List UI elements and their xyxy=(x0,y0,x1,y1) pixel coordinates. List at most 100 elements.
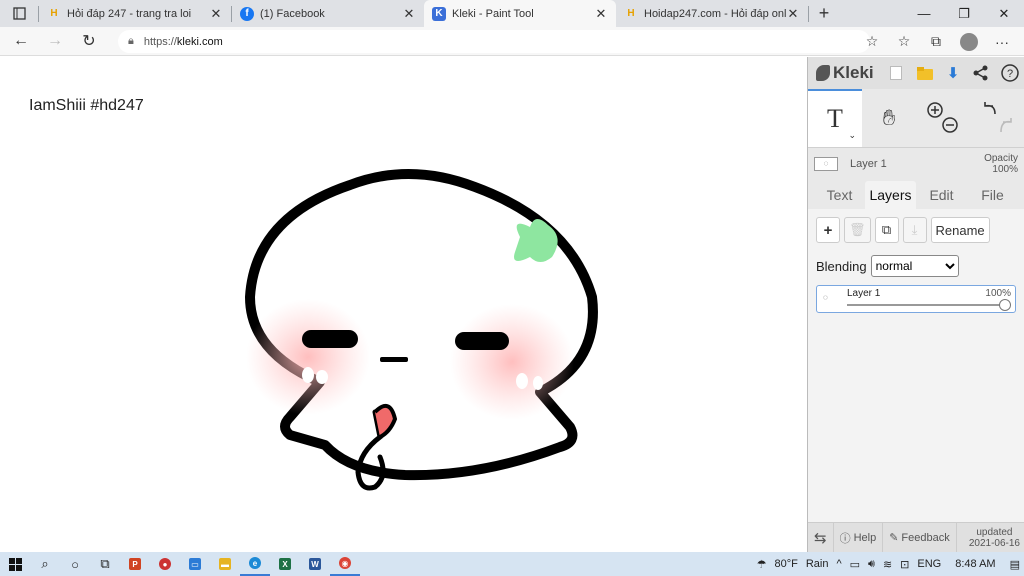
merge-layer-button[interactable]: ⤓ xyxy=(902,217,927,243)
text-tool-button[interactable]: T ⌄ xyxy=(808,89,862,147)
delete-layer-button[interactable]: 🗑︎ xyxy=(844,217,871,243)
search-icon[interactable]: ⌕ xyxy=(30,552,60,576)
back-icon[interactable]: ← xyxy=(4,27,38,56)
profile-avatar[interactable] xyxy=(960,32,978,51)
tab-file[interactable]: File xyxy=(967,181,1018,209)
help-link[interactable]: ⓘ Help xyxy=(834,522,884,553)
tab-kleki[interactable]: K Kleki - Paint Tool ✕ xyxy=(424,0,616,27)
collections-icon[interactable]: ⧉ xyxy=(920,33,952,50)
weather-icon[interactable]: ☂ xyxy=(753,558,771,571)
opacity-label: Opacity xyxy=(984,152,1018,164)
undo-redo-icon xyxy=(984,102,1012,133)
new-tab-button[interactable]: + xyxy=(809,0,839,27)
undo-redo-button[interactable] xyxy=(970,89,1024,147)
layer-item-name: Layer 1 xyxy=(847,288,881,299)
windows-start-icon[interactable] xyxy=(0,552,30,576)
notifications-icon[interactable]: ▤ xyxy=(1006,558,1024,571)
kleki-icon: K xyxy=(432,6,446,21)
layers-tab-content: + 🗑︎ ⧉ ⤓ Rename Blending normal ◌ Layer … xyxy=(808,209,1024,531)
updated-date: 2021-06-16 xyxy=(968,537,1020,549)
blending-select[interactable]: normal xyxy=(870,255,959,277)
tab-layers[interactable]: Layers xyxy=(865,181,916,209)
kleki-logo: Kleki xyxy=(816,63,882,83)
tab-title: (1) Facebook xyxy=(260,7,325,20)
wifi-icon[interactable]: ≋ xyxy=(879,558,896,571)
hand-tool-button[interactable]: ✋︎ xyxy=(862,89,916,147)
edge-icon[interactable]: e xyxy=(240,552,270,576)
add-layer-button[interactable]: + xyxy=(816,217,840,243)
layer-opacity-slider[interactable] xyxy=(847,299,1011,311)
chevron-down-icon[interactable]: ⌄ xyxy=(848,130,856,141)
favorite-star-icon[interactable]: ☆ xyxy=(856,33,888,50)
system-tray: ☂ 80°F Rain ^ ▭ 🔊︎ ≋ ⊡ ENG 8:48 AM ▤ xyxy=(753,558,1024,571)
tab-edit[interactable]: Edit xyxy=(916,181,967,209)
more-icon[interactable]: ··· xyxy=(986,34,1018,50)
weather-temp[interactable]: 80°F xyxy=(770,558,801,570)
panel-tabs: Text Layers Edit File xyxy=(808,179,1024,209)
current-layer-info: ◌ Layer 1 Opacity 100% xyxy=(808,147,1024,179)
url-scheme: https:// xyxy=(143,35,177,48)
feedback-link[interactable]: ✎ Feedback xyxy=(883,522,957,553)
restore-icon[interactable]: ❐ xyxy=(944,0,984,27)
chevron-up-icon[interactable]: ^ xyxy=(832,558,845,570)
swap-icon[interactable]: ⇆ xyxy=(808,522,834,553)
hoidap-icon: H xyxy=(50,8,58,19)
task-view-icon[interactable]: ⧉ xyxy=(90,552,120,576)
layer-item-opacity: 100% xyxy=(985,288,1011,299)
duplicate-icon: ⧉ xyxy=(881,222,892,237)
share-icon[interactable] xyxy=(967,59,995,87)
close-icon[interactable]: ✕ xyxy=(786,6,800,22)
slider-knob[interactable] xyxy=(999,299,1011,311)
window-controls: — ❐ ✕ xyxy=(904,0,1024,27)
close-window-icon[interactable]: ✕ xyxy=(984,0,1024,27)
volume-icon[interactable]: 🔊︎ xyxy=(864,558,879,571)
tab-facebook[interactable]: f (1) Facebook ✕ xyxy=(232,0,424,27)
chrome-icon[interactable]: ◉ xyxy=(330,552,360,576)
tab-text[interactable]: Text xyxy=(814,181,865,209)
hand-icon: ✋︎ xyxy=(882,105,896,130)
current-layer-name: Layer 1 xyxy=(850,157,887,170)
clock[interactable]: 8:48 AM xyxy=(951,558,999,570)
excel-icon[interactable]: X xyxy=(270,552,300,576)
hoidap-icon: H xyxy=(627,8,635,19)
tool-panel: Kleki ⬇ ? T ⌄ ✋︎ ◌ Layer 1 Opacity 100% T… xyxy=(807,57,1024,553)
duplicate-layer-button[interactable]: ⧉ xyxy=(874,217,899,243)
close-icon[interactable]: ✕ xyxy=(402,6,416,22)
forward-icon[interactable]: → xyxy=(38,27,72,56)
tab-hoidap[interactable]: H Hỏi đáp 247 - trang tra loi ✕ xyxy=(39,0,231,27)
powerpoint-icon[interactable]: P xyxy=(120,552,150,576)
opacity-value: 100% xyxy=(992,163,1018,175)
favorites-icon[interactable]: ☆ xyxy=(888,33,920,50)
tab-title: Hoidap247.com - Hỏi đáp online xyxy=(644,7,786,20)
tab-actions-icon[interactable] xyxy=(0,0,38,27)
minimize-icon[interactable]: — xyxy=(904,0,944,27)
weather-text[interactable]: Rain xyxy=(802,558,833,570)
blending-row: Blending normal xyxy=(816,255,1016,277)
cortana-icon[interactable]: ○ xyxy=(60,552,90,576)
kleki-logo-icon xyxy=(816,65,830,81)
url-field[interactable]: 🔒︎ https://kleki.com xyxy=(118,30,870,53)
monitor-icon[interactable]: ▭ xyxy=(180,552,210,576)
app-red-icon[interactable]: ● xyxy=(150,552,180,576)
close-icon[interactable]: ✕ xyxy=(594,6,608,22)
word-icon[interactable]: W xyxy=(300,552,330,576)
download-icon[interactable]: ⬇ xyxy=(939,59,967,87)
file-explorer-icon[interactable]: ▬ xyxy=(210,552,240,576)
layer-thumbnail: ◌ xyxy=(814,156,838,171)
drawing-canvas[interactable]: IamShiii #hd247 xyxy=(0,57,807,552)
battery-icon[interactable]: ▭ xyxy=(846,558,864,571)
layer-list-item[interactable]: ◌ Layer 1 100% xyxy=(816,285,1016,313)
refresh-icon[interactable]: ↻ xyxy=(72,27,106,56)
close-icon[interactable]: ✕ xyxy=(209,6,223,22)
new-image-icon[interactable] xyxy=(882,59,910,87)
zoom-in-out-icon xyxy=(927,102,958,133)
rename-button[interactable]: Rename xyxy=(930,217,990,243)
open-folder-icon[interactable] xyxy=(911,59,939,87)
ime-icon[interactable]: ⊡ xyxy=(896,558,913,571)
help-icon[interactable]: ? xyxy=(996,59,1024,87)
address-bar: ← → ↻ 🔒︎ https://kleki.com ☆ ☆ ⧉ ··· xyxy=(0,27,1024,56)
tab-hoidap-online[interactable]: H Hoidap247.com - Hỏi đáp online ✕ xyxy=(616,0,808,27)
zoom-button[interactable] xyxy=(916,89,970,147)
language-indicator[interactable]: ENG xyxy=(913,558,945,570)
feedback-label: Feedback xyxy=(901,531,950,544)
